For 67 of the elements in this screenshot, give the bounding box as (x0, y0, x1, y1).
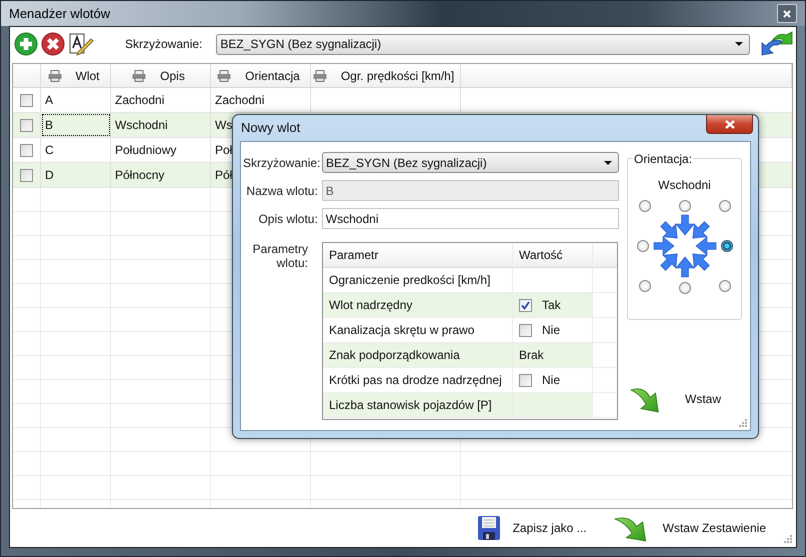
delete-icon[interactable] (41, 32, 65, 56)
column-header[interactable]: Wartość (513, 243, 593, 267)
close-icon (783, 10, 791, 18)
table-cell: A (41, 88, 111, 112)
orientation-label: Wschodni (658, 178, 711, 192)
table-cell: Znak podporządkowania (323, 343, 513, 367)
radio-button[interactable] (720, 240, 732, 252)
radio-button[interactable] (718, 280, 730, 292)
column-header[interactable]: Wlot (41, 64, 111, 87)
caret-icon (735, 42, 744, 46)
table-cell: Krótki pas na drodze nadrzędnej (323, 368, 513, 392)
group-label: Orientacja: (633, 152, 694, 166)
checkbox[interactable] (519, 374, 532, 386)
printer-icon[interactable] (48, 70, 62, 82)
input-field[interactable]: Wschodni (322, 208, 619, 229)
dropdown[interactable]: BEZ_SYGN (Bez sygnalizacji) (322, 152, 619, 173)
add-icon[interactable] (14, 32, 38, 56)
table-cell: Północny (111, 163, 211, 187)
table-cell: Ograniczenie predkości [km/h] (323, 268, 513, 292)
table-cell: Brak (519, 348, 544, 362)
table-cell: Liczba stanowisk pojazdów [P] (323, 393, 513, 417)
table-cell: Południowy (111, 138, 211, 162)
edit-icon[interactable] (68, 32, 94, 56)
table-cell: Tak (542, 298, 561, 312)
table-cell: Nie (542, 373, 560, 387)
compass-arrows-drawing (652, 214, 716, 278)
printer-icon[interactable] (217, 70, 232, 82)
table-cell: D (41, 163, 111, 187)
resize-grip-icon[interactable] (738, 418, 748, 428)
window-title: Menadżer wlotów (9, 6, 112, 21)
footer-button[interactable]: Wstaw Zestawienie (612, 513, 766, 543)
table-cell: Kanalizacja skrętu w prawo (323, 318, 513, 342)
footer-button[interactable]: Zapisz jako ... (476, 515, 587, 541)
table-cell: Zachodni (211, 88, 311, 112)
dialog-title: Nowy wlot (241, 120, 302, 135)
resize-grip-icon[interactable] (783, 534, 793, 544)
table-cell: Wschodni (111, 113, 211, 137)
checkbox[interactable] (20, 168, 33, 182)
column-header[interactable]: Opis (111, 64, 211, 87)
close-icon (724, 120, 734, 128)
checkbox[interactable] (20, 118, 33, 132)
checkbox[interactable] (519, 324, 532, 336)
checkbox[interactable] (20, 144, 33, 156)
close-button[interactable] (706, 115, 753, 134)
table-cell: Wlot nadrzędny (323, 293, 513, 317)
column-header[interactable]: Parametr (323, 243, 513, 267)
radio-button[interactable] (678, 282, 690, 294)
radio-button[interactable] (638, 200, 650, 212)
field-label: Skrzyżowanie: (125, 37, 202, 51)
column-header[interactable]: Ogr. prędkości [km/h] (311, 64, 461, 87)
printer-icon[interactable] (312, 70, 327, 82)
checkbox[interactable] (20, 94, 33, 106)
insert-button[interactable]: Wstaw (627, 384, 742, 414)
column-header[interactable]: Orientacja (211, 64, 311, 87)
field-label: Parametry wlotu: (252, 242, 308, 270)
radio-button[interactable] (638, 280, 650, 292)
table-cell: B (41, 113, 111, 137)
dropdown[interactable]: BEZ_SYGN (Bez sygnalizacji) (216, 34, 750, 54)
table-cell: C (41, 138, 111, 162)
printer-icon[interactable] (132, 70, 146, 82)
table-cell: Zachodni (111, 88, 211, 112)
radio-button[interactable] (718, 200, 730, 212)
table-cell: Nie (542, 323, 560, 337)
field-label: Opis wlotu: (257, 212, 318, 226)
checkbox[interactable] (519, 298, 532, 312)
radio-button[interactable] (636, 240, 648, 252)
radio-button[interactable] (678, 200, 690, 212)
